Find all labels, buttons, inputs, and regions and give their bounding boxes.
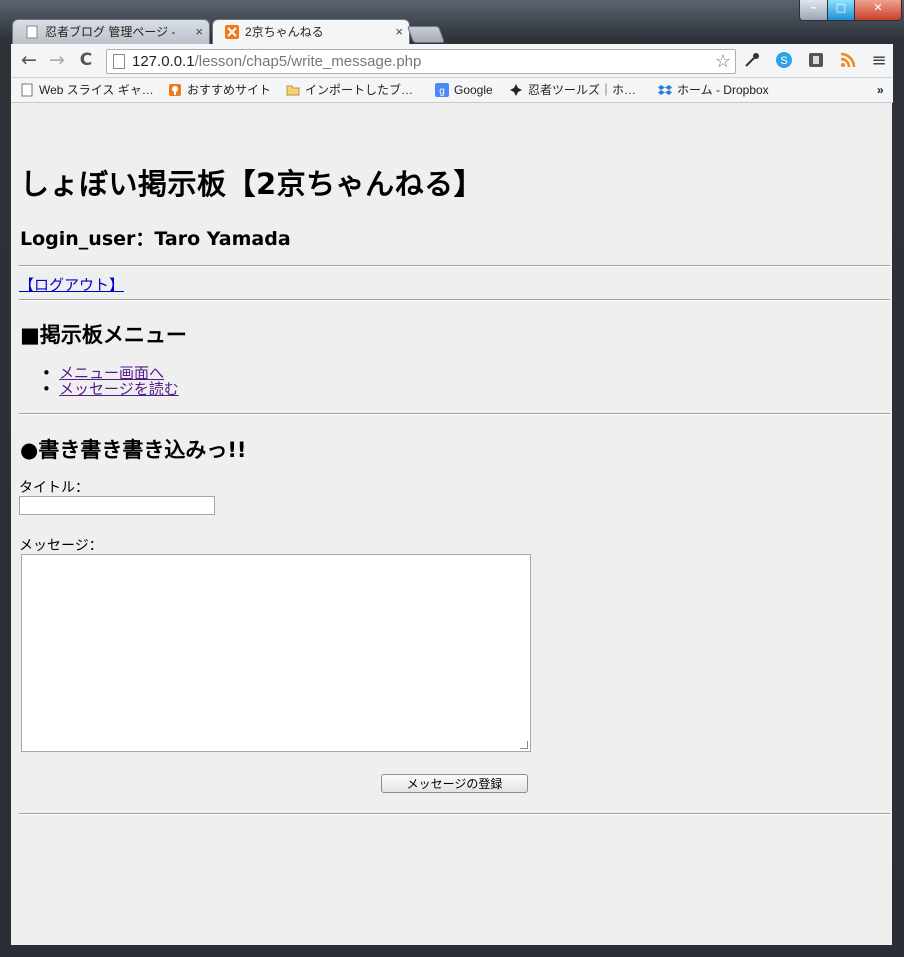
bookmark-google[interactable]: g Google	[435, 81, 493, 99]
title-label: タイトル：	[19, 480, 89, 496]
bookmark-star-icon[interactable]: ☆	[715, 50, 731, 73]
new-tab-button[interactable]	[406, 26, 446, 43]
bookmarks-bar: Web スライス ギャ… おすすめサイト インポートしたブ… g Google 忍…	[11, 78, 893, 103]
menu-heading: ■掲示板メニュー	[20, 323, 187, 347]
list-item: メニュー画面へ	[42, 365, 179, 381]
submit-message-button[interactable]: メッセージの登録	[381, 774, 528, 793]
forward-button[interactable]: →	[45, 48, 69, 72]
bookmark-recommended[interactable]: おすすめサイト	[168, 81, 271, 99]
login-user: Login_user：Taro Yamada	[20, 228, 291, 250]
dropbox-icon	[658, 85, 672, 95]
url-path: /lesson/chap5/write_message.php	[194, 53, 422, 70]
bookmark-dropbox[interactable]: ホーム - Dropbox	[658, 81, 769, 99]
page-title: しょぼい掲示板【2京ちゃんねる】	[20, 167, 484, 201]
resize-handle[interactable]	[520, 741, 528, 749]
tab-2kyo-channel[interactable]: 2京ちゃんねる ×	[212, 19, 410, 45]
bulb-icon	[169, 84, 181, 96]
close-tab-icon[interactable]: ×	[395, 20, 403, 44]
url-host: 127.0.0.1	[132, 53, 195, 70]
svg-text:g: g	[439, 86, 445, 97]
xampp-icon	[225, 25, 239, 39]
rss-icon[interactable]	[838, 51, 858, 71]
tab-label: 2京ちゃんねる	[245, 25, 324, 39]
bookmark-label: Web スライス ギャ…	[39, 83, 154, 97]
page-icon	[113, 54, 125, 69]
page-content: しょぼい掲示板【2京ちゃんねる】 Login_user：Taro Yamada …	[11, 103, 892, 945]
divider	[19, 299, 890, 301]
bookmark-imported[interactable]: インポートしたブ…	[286, 81, 413, 99]
divider	[19, 813, 890, 815]
menu-list: メニュー画面へ メッセージを読む	[42, 365, 179, 397]
toolbar: ← → C 127.0.0.1/lesson/chap5/write_messa…	[11, 44, 893, 78]
evernote-icon[interactable]	[806, 51, 826, 71]
divider	[19, 413, 890, 415]
menu-icon[interactable]: ≡	[869, 51, 889, 71]
skype-icon[interactable]: S	[774, 51, 794, 71]
page-icon	[26, 25, 38, 39]
message-label: メッセージ：	[19, 538, 103, 554]
bookmark-ninja-tools[interactable]: 忍者ツールズ｜ホ…	[509, 81, 636, 99]
back-button[interactable]: ←	[17, 48, 41, 72]
tab-ninja-blog[interactable]: 忍者ブログ 管理ページ - ×	[12, 19, 210, 45]
close-window-button[interactable]: ✕	[854, 0, 902, 21]
bookmarks-overflow-button[interactable]: »	[877, 81, 884, 99]
write-heading: ●書き書き書き込みっ!!	[20, 438, 247, 462]
message-textarea[interactable]	[21, 554, 531, 752]
folder-icon	[286, 85, 300, 96]
close-tab-icon[interactable]: ×	[195, 20, 203, 44]
minimize-button[interactable]: –	[799, 0, 828, 21]
bookmark-web-slice[interactable]: Web スライス ギャ…	[20, 81, 154, 99]
bookmark-label: インポートしたブ…	[305, 83, 414, 97]
list-item: メッセージを読む	[42, 381, 179, 397]
svg-text:S: S	[780, 55, 787, 67]
bookmark-label: 忍者ツールズ｜ホ…	[528, 83, 637, 97]
address-bar[interactable]: 127.0.0.1/lesson/chap5/write_message.php…	[106, 49, 736, 74]
tab-label: 忍者ブログ 管理ページ -	[45, 25, 176, 39]
page-icon	[21, 83, 33, 97]
logout-link[interactable]: 【ログアウト】	[19, 274, 124, 295]
bookmark-label: おすすめサイト	[187, 83, 272, 97]
bookmark-label: ホーム - Dropbox	[677, 83, 769, 97]
ninja-icon	[510, 84, 522, 96]
browser-window: – □ ✕ 忍者ブログ 管理ページ - × 2京ちゃんねる × ← → C 12…	[0, 0, 904, 957]
menu-link-read-messages[interactable]: メッセージを読む	[59, 380, 179, 398]
title-input[interactable]	[19, 496, 215, 515]
eyedropper-icon[interactable]	[742, 51, 762, 71]
maximize-button[interactable]: □	[827, 0, 855, 21]
url-text: 127.0.0.1/lesson/chap5/write_message.php	[132, 50, 421, 73]
bookmark-label: Google	[454, 83, 493, 97]
reload-button[interactable]: C	[74, 48, 98, 72]
google-icon: g	[435, 83, 449, 97]
divider	[19, 265, 890, 267]
